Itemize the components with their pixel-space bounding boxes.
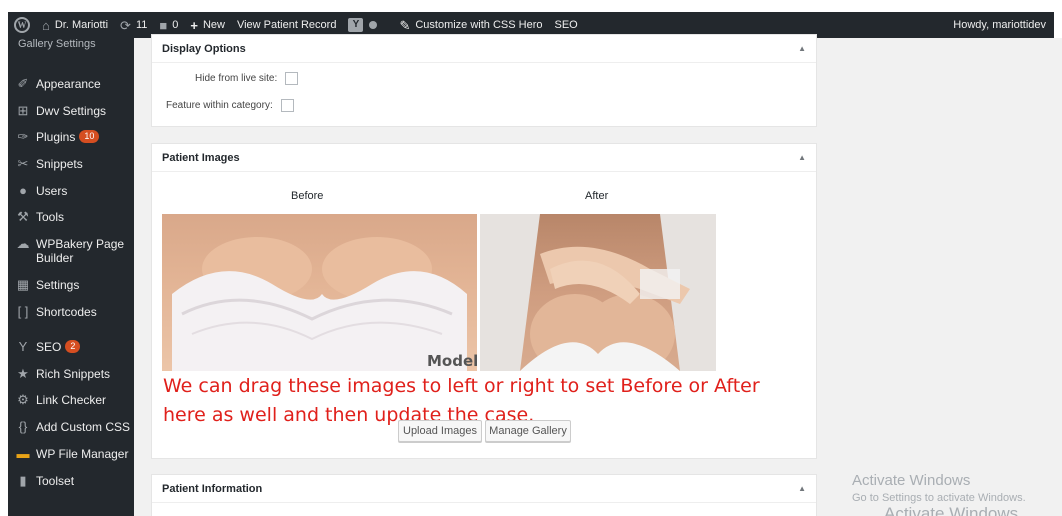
sidebar-item-appearance[interactable]: ✐ Appearance xyxy=(8,76,134,92)
updates-link[interactable]: ⟳ 11 xyxy=(114,12,153,38)
braces-icon: {} xyxy=(18,419,28,434)
hide-label: Hide from live site: xyxy=(195,73,278,84)
sidebar-item-rich-snippets[interactable]: ★ Rich Snippets xyxy=(8,366,134,382)
sidebar-item-dwv-settings[interactable]: ⊞ Dwv Settings xyxy=(8,103,134,119)
sidebar-item-shortcodes[interactable]: [ ] Shortcodes xyxy=(8,304,134,320)
comment-icon: ■ xyxy=(159,17,168,33)
manage-gallery-button[interactable]: Manage Gallery xyxy=(485,420,571,442)
patient-information-header[interactable]: Patient Information ▲ xyxy=(152,475,816,503)
sidebar-item-link-checker[interactable]: ⚙ Link Checker xyxy=(8,392,134,408)
feature-checkbox[interactable] xyxy=(280,99,294,112)
annotation-line-1: We can drag these images to left or righ… xyxy=(163,375,760,397)
after-label: After xyxy=(585,190,609,202)
collapse-arrow-icon[interactable]: ▲ xyxy=(798,44,806,53)
sidebar-item-file-manager[interactable]: ▬ WP File Manager xyxy=(8,446,134,462)
collapse-arrow-icon[interactable]: ▲ xyxy=(798,484,806,493)
wordpress-logo[interactable]: W xyxy=(8,12,36,38)
patient-images-title: Patient Images xyxy=(162,151,240,164)
before-image[interactable]: Model xyxy=(162,214,477,371)
new-label: New xyxy=(202,19,225,31)
paintbrush-icon: ✐ xyxy=(17,76,29,91)
cloud-icon: ☁ xyxy=(16,236,30,251)
wordpress-icon: W xyxy=(14,17,30,33)
patient-images-header[interactable]: Patient Images ▲ xyxy=(152,144,816,172)
folder-icon: ▬ xyxy=(16,446,30,461)
after-image-graphic xyxy=(480,214,716,371)
settings-grid-icon: ▦ xyxy=(16,277,30,292)
howdy-account[interactable]: Howdy, mariottidev xyxy=(947,12,1054,38)
pencil-icon: ✎ xyxy=(399,17,411,33)
plug-icon: ✑ xyxy=(17,129,29,144)
seo-badge: 2 xyxy=(65,340,81,353)
patient-information-title: Patient Information xyxy=(162,482,263,495)
activate-windows-title-ghost: Activate Windows xyxy=(884,504,1019,516)
patient-images-box: Patient Images ▲ Before After Model We c… xyxy=(151,143,817,459)
activate-windows-subtitle: Go to Settings to activate Windows. xyxy=(852,492,1026,504)
activate-windows-title: Activate Windows xyxy=(852,472,971,489)
toolset-icon: ▮ xyxy=(19,473,27,488)
before-label: Before xyxy=(291,190,324,202)
updates-count: 11 xyxy=(135,19,148,31)
after-image[interactable] xyxy=(480,214,716,371)
settings-icon: ⊞ xyxy=(17,103,29,118)
sidebar-item-custom-css[interactable]: {} Add Custom CSS xyxy=(8,419,134,435)
submenu-gallery-settings[interactable]: Gallery Settings xyxy=(18,38,96,50)
user-icon: ● xyxy=(19,183,27,198)
brackets-icon: [ ] xyxy=(17,304,29,319)
scissors-icon: ✂ xyxy=(17,156,29,171)
star-icon: ★ xyxy=(17,366,29,381)
sidebar-item-snippets[interactable]: ✂ Snippets xyxy=(8,156,134,172)
sidebar-item-users[interactable]: ● Users xyxy=(8,183,134,199)
display-options-box: Display Options ▲ Hide from live site: F… xyxy=(151,34,817,127)
display-options-header[interactable]: Display Options ▲ xyxy=(152,35,816,63)
plugins-update-badge: 10 xyxy=(79,130,100,143)
hide-checkbox[interactable] xyxy=(285,72,299,85)
main-content: Display Options ▲ Hide from live site: F… xyxy=(134,34,1062,516)
refresh-icon: ⟳ xyxy=(120,17,131,33)
sidebar-item-seo[interactable]: Y SEO 2 xyxy=(8,340,134,354)
model-watermark: Model xyxy=(427,352,477,370)
before-image-graphic xyxy=(172,237,467,371)
admin-sidebar: Gallery Settings ✐ Appearance ⊞ Dwv Sett… xyxy=(8,38,134,516)
comments-count: 0 xyxy=(172,19,179,31)
customize-label: Customize with CSS Hero xyxy=(415,19,543,31)
sidebar-item-wpbakery[interactable]: ☁ WPBakery Page Builder xyxy=(8,236,134,266)
site-name-link[interactable]: ⌂ Dr. Mariotti xyxy=(36,12,114,38)
gear-icon: ⚙ xyxy=(17,392,29,407)
sidebar-item-tools[interactable]: ⚒ Tools xyxy=(8,209,134,225)
sidebar-item-settings[interactable]: ▦ Settings xyxy=(8,277,134,293)
feature-label: Feature within category: xyxy=(166,100,273,111)
hide-option-row: Hide from live site: xyxy=(195,72,299,85)
home-icon: ⌂ xyxy=(42,17,50,33)
display-options-title: Display Options xyxy=(162,42,246,55)
patient-information-box: Patient Information ▲ xyxy=(151,474,817,516)
status-dot-icon xyxy=(369,21,378,29)
sidebar-item-plugins[interactable]: ✑ Plugins 10 xyxy=(8,130,134,144)
yoast-icon: Y xyxy=(348,18,364,32)
collapse-arrow-icon[interactable]: ▲ xyxy=(798,153,806,162)
feature-option-row: Feature within category: xyxy=(166,99,294,112)
site-name: Dr. Mariotti xyxy=(54,19,109,31)
sidebar-item-toolset[interactable]: ▮ Toolset xyxy=(8,473,134,489)
wrench-icon: ⚒ xyxy=(17,209,29,224)
plus-icon: + xyxy=(190,17,198,33)
yoast-icon: Y xyxy=(18,339,28,354)
upload-images-button[interactable]: Upload Images xyxy=(398,420,482,442)
